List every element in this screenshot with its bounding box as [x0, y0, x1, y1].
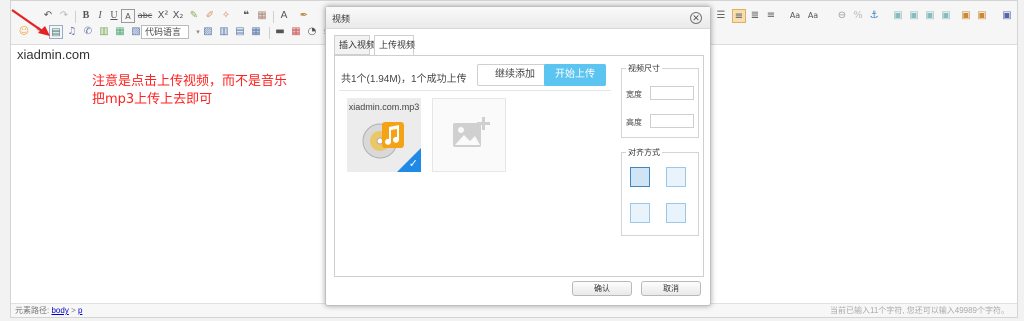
dialog-footer: 确认 取消 — [326, 275, 710, 305]
align-center-icon[interactable] — [666, 203, 686, 223]
start-upload-button[interactable]: 开始上传 — [544, 64, 606, 86]
height-label: 高度 — [626, 118, 642, 127]
video-size-legend: 视频尺寸 — [626, 63, 662, 74]
continue-add-button[interactable]: 继续添加 — [477, 64, 553, 86]
close-icon[interactable]: ✕ — [690, 12, 702, 24]
video-size-fieldset: 视频尺寸 宽度 高度 — [621, 63, 699, 138]
dialog-title: 视频 — [332, 14, 351, 24]
align-none-icon[interactable] — [630, 167, 650, 187]
align-left-icon[interactable] — [666, 167, 686, 187]
height-input[interactable] — [650, 114, 694, 128]
upload-divider — [339, 90, 611, 91]
file-name: xiadmin.com.mp3 — [348, 102, 420, 112]
confirm-button[interactable]: 确认 — [572, 281, 632, 296]
dialog-titlebar[interactable]: 视频 ✕ — [326, 7, 710, 29]
uploaded-file-card[interactable]: xiadmin.com.mp3 ✓ — [347, 98, 421, 172]
tab-upload-video[interactable]: 上传视频 — [374, 35, 415, 56]
width-label: 宽度 — [626, 90, 642, 99]
add-file-card[interactable] — [432, 98, 506, 172]
add-image-icon — [453, 117, 490, 147]
alignment-fieldset: 对齐方式 — [621, 147, 699, 236]
alignment-legend: 对齐方式 — [626, 147, 662, 158]
upload-status-text: 共1个(1.94M)，1个成功上传 — [341, 74, 467, 85]
tab-insert-video[interactable]: 插入视频 — [334, 35, 375, 55]
width-input[interactable] — [650, 86, 694, 100]
video-dialog: 视频 ✕ 插入视频 上传视频 共1个(1.94M)，1个成功上传 继续添加 开始… — [325, 6, 711, 306]
screen: ↶ ↷ B I U A abc X² X₂ ✎ ✐ ✧ ❝ ▦ A ✒ ☰ ≡ — [0, 0, 1024, 321]
upload-pane: 共1个(1.94M)，1个成功上传 继续添加 开始上传 xiadmin.com.… — [334, 55, 704, 277]
align-right-icon[interactable] — [630, 203, 650, 223]
arrow-shaft — [11, 9, 46, 34]
arrowhead-icon — [38, 26, 50, 36]
checkmark-icon: ✓ — [408, 158, 418, 170]
cancel-button[interactable]: 取消 — [641, 281, 701, 296]
